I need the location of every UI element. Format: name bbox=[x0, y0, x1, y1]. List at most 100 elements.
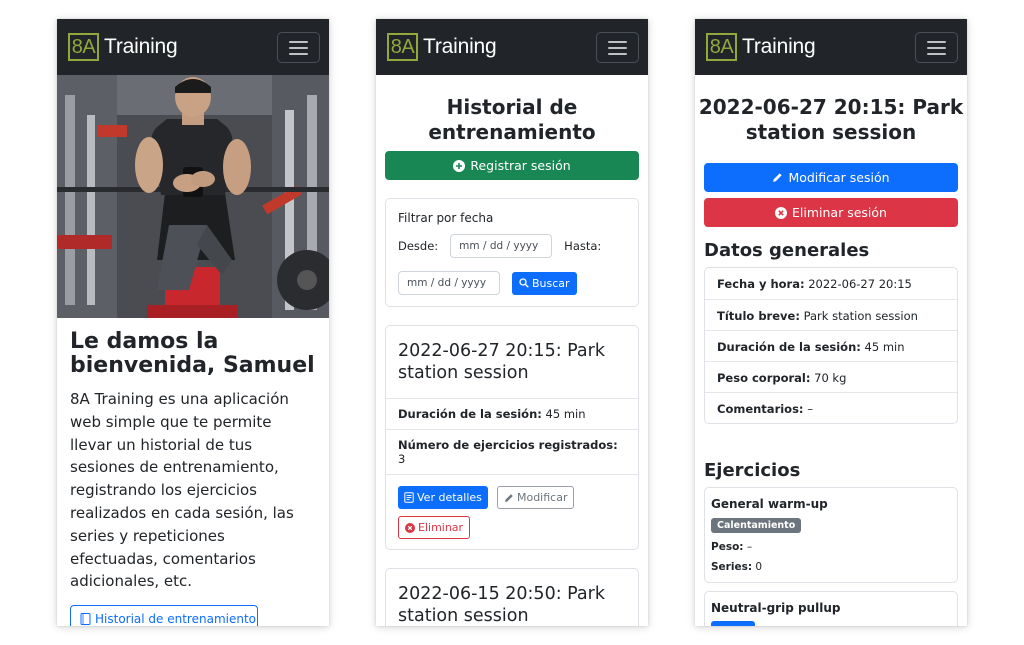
brand-logo[interactable]: 8A bbox=[387, 33, 418, 61]
field-label: Duración de la sesión: bbox=[717, 340, 861, 354]
general-data-heading: Datos generales bbox=[704, 240, 870, 261]
pencil-icon bbox=[504, 493, 513, 502]
phone-history: 8A Training Historial de entrenamiento R… bbox=[376, 19, 648, 626]
phone-session-detail: 8A Training 2022-06-27 20:15: Park stati… bbox=[695, 19, 967, 626]
brand-logo[interactable]: 8A bbox=[68, 33, 99, 61]
session-actions: Ver detalles Modificar Eliminar bbox=[386, 474, 638, 549]
plus-circle-icon bbox=[453, 159, 466, 172]
view-details-label: Ver detalles bbox=[417, 491, 482, 504]
history-button-label: Historial de entrenamiento bbox=[95, 612, 257, 626]
search-button-label: Buscar bbox=[532, 276, 570, 290]
view-details-button[interactable]: Ver detalles bbox=[398, 486, 488, 509]
exercise-name: General warm-up bbox=[711, 497, 828, 511]
field-value: 70 kg bbox=[814, 371, 847, 385]
welcome-heading: Le damos la bienvenida, Samuel bbox=[70, 329, 315, 378]
field-title: Título breve: Park station session bbox=[705, 299, 957, 330]
delete-button[interactable]: Eliminar bbox=[398, 516, 471, 539]
hamburger-icon bbox=[927, 40, 946, 43]
to-date-input[interactable]: mm / dd / yyyy bbox=[398, 271, 500, 295]
field-datetime: Fecha y hora: 2022-06-27 20:15 bbox=[705, 268, 957, 299]
brand-name[interactable]: Training bbox=[742, 35, 816, 59]
hamburger-icon bbox=[608, 52, 627, 55]
register-session-button[interactable]: Registrar sesión bbox=[385, 151, 639, 180]
edit-button-label: Modificar bbox=[516, 491, 568, 504]
hamburger-icon bbox=[608, 40, 627, 43]
pencil-icon bbox=[773, 173, 783, 182]
field-label: Título breve: bbox=[717, 309, 800, 323]
exercise-name: Neutral-grip pullup bbox=[711, 601, 841, 615]
to-date-placeholder: mm / dd / yyyy bbox=[407, 277, 487, 289]
field-value: Park station session bbox=[803, 309, 918, 323]
field-label: Peso corporal: bbox=[717, 371, 811, 385]
duration-value: 45 min bbox=[545, 407, 586, 421]
delete-session-button[interactable]: Eliminar sesión bbox=[704, 198, 958, 227]
x-circle-icon bbox=[405, 522, 415, 533]
page-title: Historial de entrenamiento bbox=[428, 95, 596, 144]
delete-session-label: Eliminar sesión bbox=[792, 205, 887, 220]
duration-label: Duración de la sesión: bbox=[398, 407, 542, 421]
general-data-list: Fecha y hora: 2022-06-27 20:15 Título br… bbox=[704, 267, 958, 424]
x-circle-icon bbox=[775, 206, 788, 219]
session-card: 2022-06-27 20:15: Park station session D… bbox=[385, 325, 639, 550]
exercises-count-value: 3 bbox=[398, 452, 406, 466]
field-value: – bbox=[807, 402, 813, 416]
session-duration-row: Duración de la sesión: 45 min bbox=[386, 398, 638, 429]
exercises-heading: Ejercicios bbox=[704, 460, 801, 481]
filter-title: Filtrar por fecha bbox=[398, 211, 494, 225]
history-button[interactable]: Historial de entrenamiento bbox=[70, 605, 258, 626]
session-title: 2022-06-27 20:15: Park station session bbox=[398, 341, 605, 383]
from-date-input[interactable]: mm / dd / yyyy bbox=[450, 234, 553, 258]
field-body-weight: Peso corporal: 70 kg bbox=[705, 361, 957, 392]
home-content: Le damos la bienvenida, Samuel 8A Traini… bbox=[57, 318, 329, 626]
series-value: 0 bbox=[755, 561, 763, 573]
journal-icon bbox=[80, 613, 91, 626]
session-card: 2022-06-15 20:50: Park station session bbox=[385, 568, 639, 626]
date-filter-card: Filtrar por fecha Desde: mm / dd / yyyy … bbox=[385, 198, 639, 307]
field-label: Fecha y hora: bbox=[717, 277, 805, 291]
series-label: Series: bbox=[711, 561, 753, 573]
search-icon bbox=[519, 278, 529, 288]
hamburger-icon bbox=[927, 46, 946, 49]
navbar: 8A Training bbox=[695, 19, 967, 75]
field-value: 2022-06-27 20:15 bbox=[808, 277, 912, 291]
hamburger-icon bbox=[289, 40, 308, 43]
exercises-count-label: Número de ejercicios registrados: bbox=[398, 438, 618, 452]
edit-session-button[interactable]: Modificar sesión bbox=[704, 163, 958, 192]
delete-button-label: Eliminar bbox=[418, 521, 464, 534]
session-title: 2022-06-15 20:50: Park station session bbox=[398, 584, 605, 626]
brand-logo[interactable]: 8A bbox=[706, 33, 737, 61]
hamburger-icon bbox=[608, 46, 627, 49]
filter-row: Desde: mm / dd / yyyy Hasta: bbox=[398, 234, 626, 258]
exercise-card: Neutral-grip pullup bbox=[704, 591, 958, 626]
gym-photo bbox=[57, 75, 329, 318]
menu-toggle-button[interactable] bbox=[277, 32, 320, 63]
weight-label: Peso: bbox=[711, 541, 744, 553]
from-date-placeholder: mm / dd / yyyy bbox=[459, 240, 539, 252]
register-session-label: Registrar sesión bbox=[470, 158, 571, 173]
field-comments: Comentarios: – bbox=[705, 392, 957, 423]
edit-button[interactable]: Modificar bbox=[496, 486, 575, 509]
menu-toggle-button[interactable] bbox=[596, 32, 639, 63]
field-label: Comentarios: bbox=[717, 402, 804, 416]
brand-name[interactable]: Training bbox=[104, 35, 178, 59]
from-label: Desde: bbox=[398, 239, 439, 253]
menu-toggle-button[interactable] bbox=[915, 32, 958, 63]
navbar: 8A Training bbox=[376, 19, 648, 75]
session-exercises-row: Número de ejercicios registrados: 3 bbox=[386, 429, 638, 474]
filter-row-2: mm / dd / yyyy Buscar bbox=[398, 271, 626, 295]
exercise-series: Series: 0 bbox=[711, 561, 951, 573]
brand-name[interactable]: Training bbox=[423, 35, 497, 59]
edit-session-label: Modificar sesión bbox=[788, 170, 890, 185]
session-detail-title: 2022-06-27 20:15: Park station session bbox=[698, 95, 964, 144]
phone-home: 8A Training Le damos la bienvenida, Samu… bbox=[57, 19, 329, 626]
exercise-weight: Peso: – bbox=[711, 541, 951, 553]
hero-image bbox=[57, 75, 329, 318]
field-duration: Duración de la sesión: 45 min bbox=[705, 330, 957, 361]
field-value: 45 min bbox=[864, 340, 905, 354]
to-label: Hasta: bbox=[564, 239, 602, 253]
search-button[interactable]: Buscar bbox=[512, 271, 577, 295]
intro-paragraph: 8A Training es una aplicación web simple… bbox=[70, 390, 294, 591]
document-icon bbox=[404, 492, 414, 503]
hamburger-icon bbox=[289, 46, 308, 49]
exercise-category-badge bbox=[711, 621, 755, 626]
